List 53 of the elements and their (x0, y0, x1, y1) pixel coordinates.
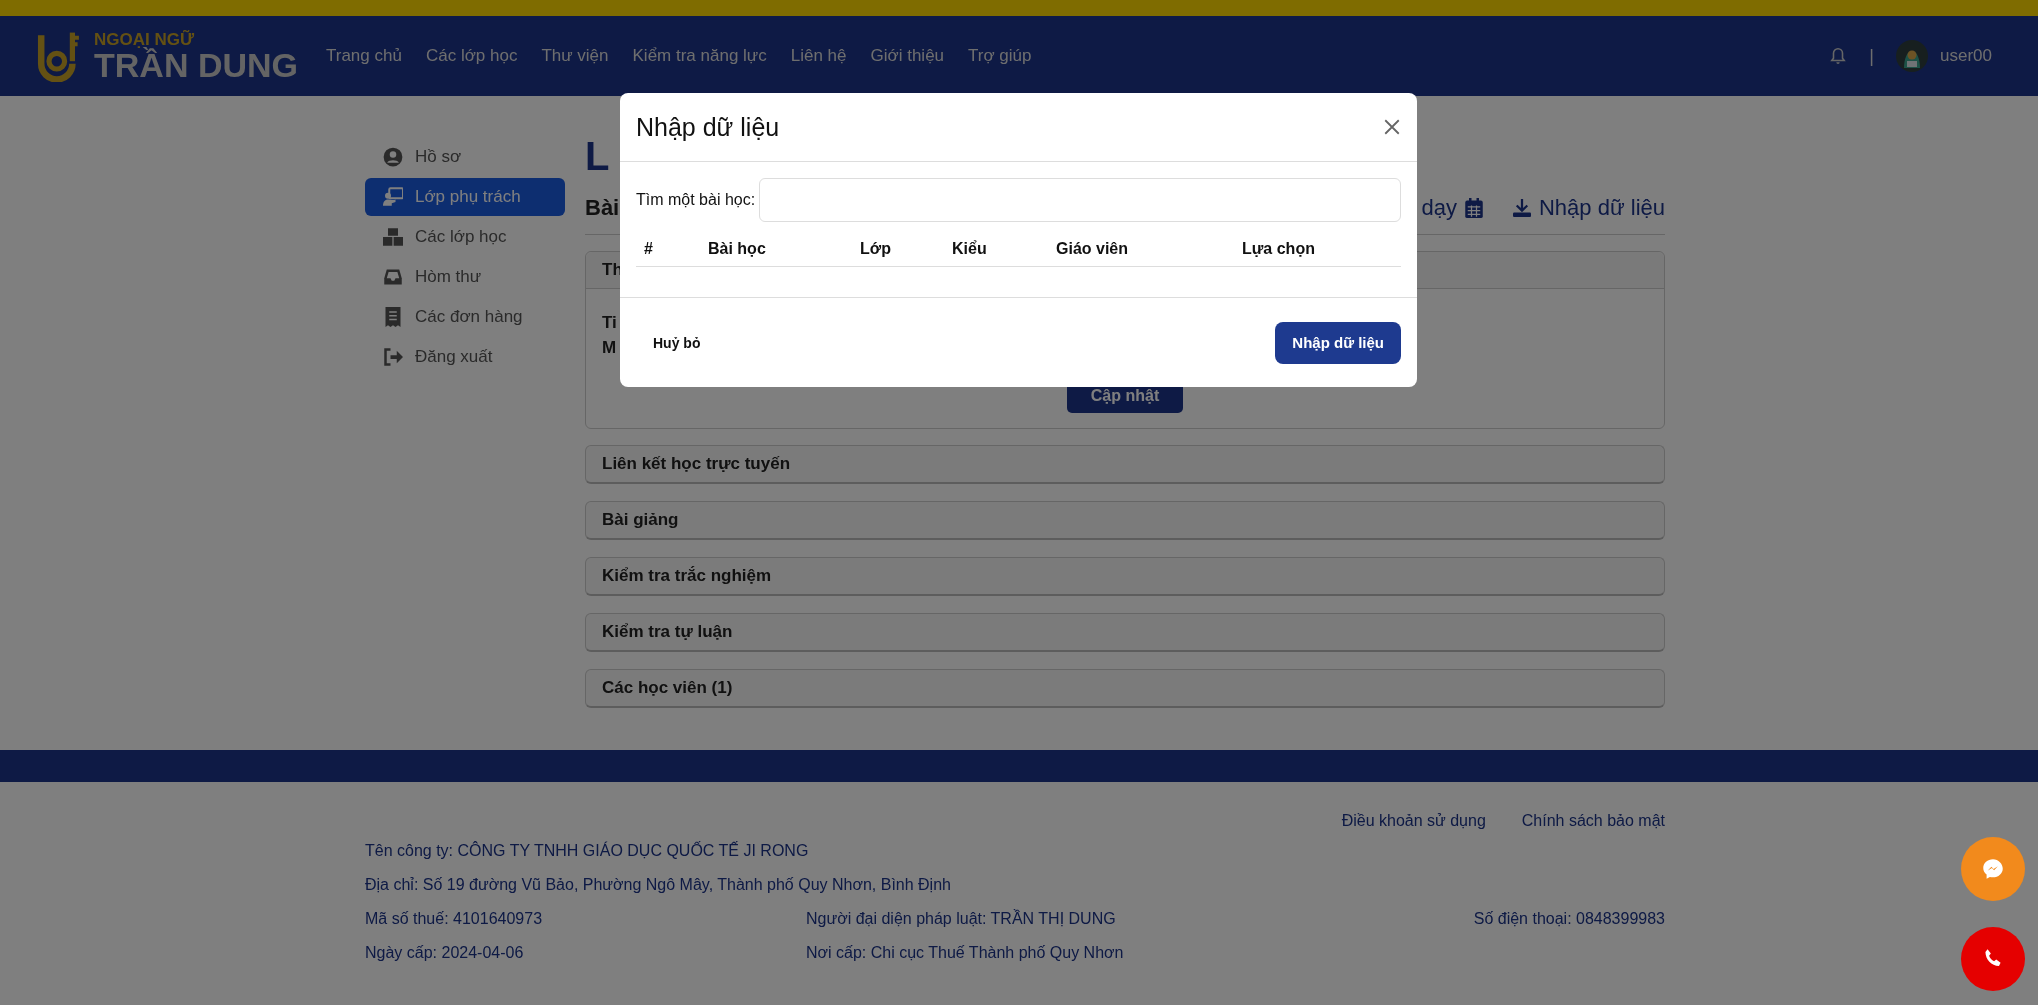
accordion-header[interactable]: Các học viên (1) (585, 669, 1665, 708)
user-icon (383, 147, 403, 167)
footer-text: Tên công ty: CÔNG TY TNHH GIÁO DỤC QUỐC TẾ JI RONG (365, 842, 809, 860)
notification-bell-icon[interactable] (1829, 47, 1848, 65)
nav-link[interactable]: Kiểm tra năng lực (632, 46, 767, 66)
info-text: M (602, 338, 617, 359)
username-link[interactable]: user00 (1940, 46, 1992, 66)
accordion-header[interactable]: Bài giảng (585, 501, 1665, 540)
footer-text: Địa chỉ: Số 19 đường Vũ Bảo, Phường Ngô Mây, Thành phố Quy Nhơn, Bình Định (365, 876, 951, 894)
download-icon (1512, 198, 1531, 218)
footer-link[interactable]: Điều khoản sử dụng (1341, 812, 1486, 842)
sidebar-item[interactable]: Lớp phụ trách (365, 178, 565, 216)
footer-link[interactable]: Chính sách bảo mật (1521, 812, 1665, 842)
sidebar-item[interactable]: Hòm thư (365, 258, 565, 296)
calendar-icon (1464, 198, 1483, 218)
accordion-header[interactable]: Liên kết học trực tuyến (585, 445, 1665, 484)
accordion-header[interactable]: Kiểm tra trắc nghiệm (585, 557, 1665, 596)
sidebar-item[interactable]: Hồ sơ (365, 138, 565, 176)
section-heading: Bài (585, 195, 620, 221)
inbox-icon (383, 267, 403, 287)
avatar-icon (1896, 40, 1928, 72)
cancel-button[interactable]: Huỷ bỏ (636, 324, 718, 361)
footer-text: Mã số thuế: 4101640973 (365, 910, 544, 928)
nav-link[interactable]: Các lớp học (425, 46, 518, 66)
footer-text: Nơi cấp: Chi cục Thuế Thành phố Quy Nhơn (806, 944, 1125, 962)
import-button[interactable]: Nhập dữ liệu (1275, 321, 1401, 364)
sidebar-item[interactable]: Đăng xuất (365, 338, 565, 376)
receipt-icon (383, 307, 403, 327)
nav-link[interactable]: Giới thiệu (870, 46, 945, 66)
boxes-icon (383, 227, 403, 247)
nav-link[interactable]: Thư viện (541, 46, 609, 66)
sidebar-item[interactable]: Các lớp học (365, 218, 565, 256)
logo-title: TRẦN DUNG (94, 47, 298, 82)
nav-link[interactable]: Trang chủ (326, 46, 402, 66)
teacher-board-icon (383, 187, 403, 207)
nav-link[interactable]: Trợ giúp (968, 46, 1032, 66)
search-label: Tìm một bài học: (636, 191, 756, 209)
logo-subtitle: NGOẠI NGỮ (94, 30, 196, 48)
dialog-title: Nhập dữ liệu (636, 112, 780, 142)
info-text: Ti (602, 313, 617, 334)
footer-text: Ngày cấp: 2024-04-06 (365, 944, 525, 962)
close-icon (1383, 118, 1401, 136)
accordion-header[interactable]: Kiểm tra tự luận (585, 613, 1665, 652)
nav-link[interactable]: Liên hệ (790, 46, 847, 66)
page-title: L (585, 134, 611, 180)
search-field[interactable] (759, 178, 1401, 222)
footer-text: Người đại diện pháp luật: TRẦN THỊ DUNG (806, 910, 1117, 928)
header-separator: | (1869, 45, 1874, 67)
schedule-link[interactable]: dạy (1421, 195, 1483, 221)
footer-text: Số điện thoại: 0848399983 (1473, 910, 1665, 928)
import-link[interactable]: Nhập dữ liệu (1512, 195, 1665, 221)
logout-icon (383, 347, 403, 367)
sidebar-item[interactable]: Các đơn hàng (365, 298, 565, 336)
